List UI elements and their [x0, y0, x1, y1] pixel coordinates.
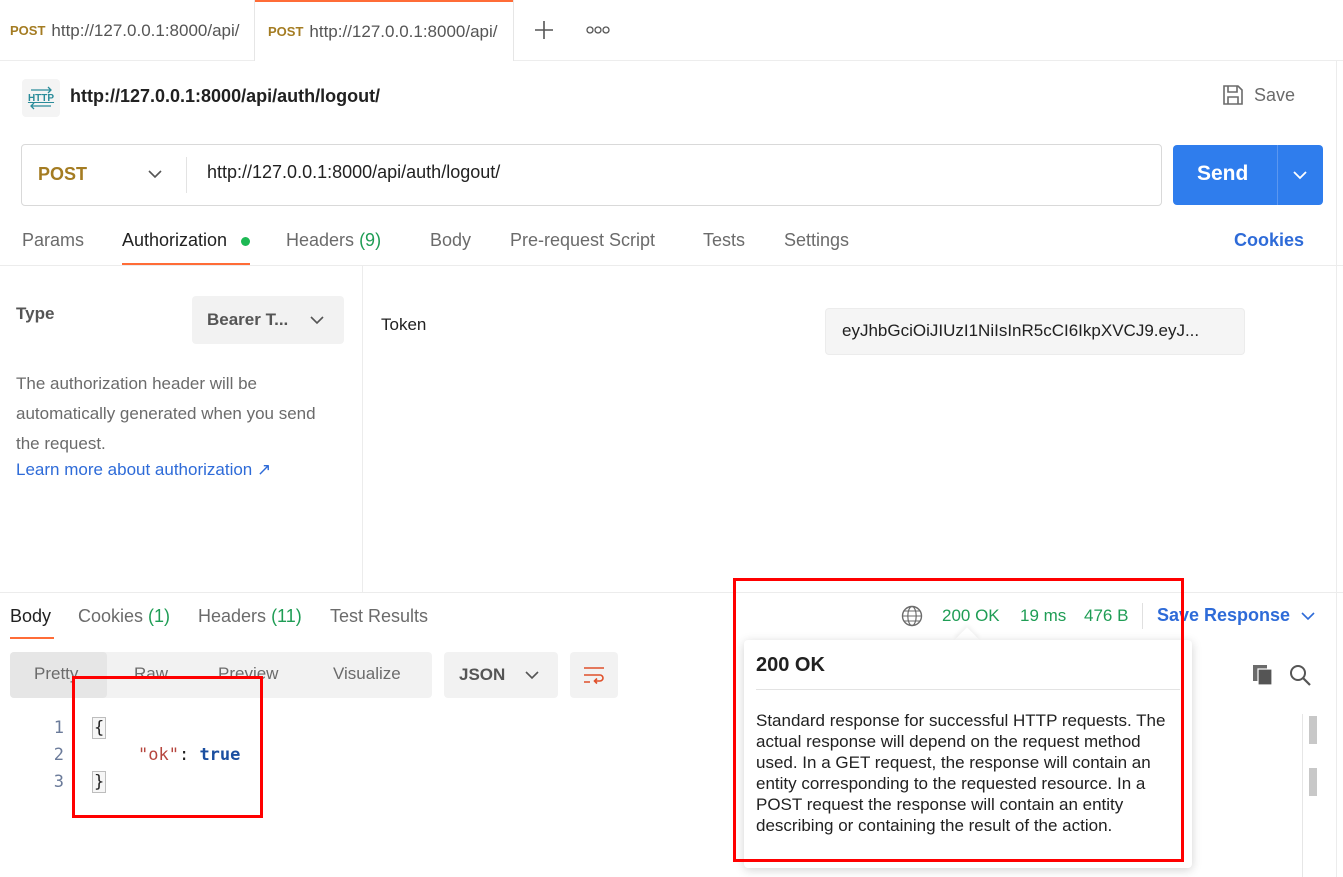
auth-description: The authorization header will be automat… [16, 374, 316, 453]
scrollbar-track [1302, 714, 1303, 877]
response-tab-cookies-count: (1) [148, 606, 171, 626]
save-label: Save [1254, 84, 1296, 105]
token-value: eyJhbGciOiJIUzI1NiIsInR5cCI6IkpXVCJ9.eyJ… [842, 321, 1200, 340]
token-label: Token [381, 315, 427, 334]
tab-pre-request-script[interactable]: Pre-request Script [510, 230, 655, 251]
url-input[interactable]: http://127.0.0.1:8000/api/auth/logout/ [207, 162, 500, 183]
tab-tests[interactable]: Tests [703, 230, 745, 251]
new-tab-icon[interactable] [534, 20, 554, 40]
tab-method: POST [10, 23, 46, 38]
url-divider [186, 157, 187, 193]
panel-edge [1336, 61, 1337, 877]
tab-headers[interactable]: Headers (9) [286, 230, 381, 251]
tab-body[interactable]: Body [430, 230, 471, 251]
tab-url: http://127.0.0.1:8000/api/ [309, 21, 498, 41]
tab-settings[interactable]: Settings [784, 230, 849, 251]
wrap-lines-button[interactable] [570, 652, 618, 698]
auth-type-label: Type [16, 304, 55, 323]
auth-type-select[interactable]: Bearer T... [192, 296, 344, 344]
line-number: 3 [53, 772, 64, 792]
send-button[interactable]: Send [1173, 145, 1323, 205]
response-tab-cookies-label: Cookies [78, 606, 144, 626]
panel-divider [362, 266, 363, 592]
tab-bar: POST http://127.0.0.1:8000/api/ POST htt… [0, 0, 1343, 61]
token-input[interactable]: eyJhbGciOiJIUzI1NiIsInR5cCI6IkpXVCJ9.eyJ… [825, 308, 1245, 355]
chevron-down-icon[interactable] [1291, 166, 1309, 184]
save-icon [1223, 85, 1243, 105]
url-bar [21, 144, 1162, 206]
format-select[interactable]: JSON [444, 652, 558, 698]
request-tab[interactable]: POST http://127.0.0.1:8000/api/ [0, 0, 254, 61]
response-tab-headers[interactable]: Headers (11) [198, 606, 302, 627]
line-number: 1 [53, 718, 64, 738]
response-tab-cookies[interactable]: Cookies (1) [78, 606, 170, 627]
learn-more-link[interactable]: Learn more about authorization ↗ [16, 460, 271, 480]
highlight-box-status [733, 578, 1184, 862]
search-icon[interactable] [1288, 663, 1312, 687]
request-tab-active[interactable]: POST http://127.0.0.1:8000/api/ [255, 0, 513, 61]
highlight-box-response-body [72, 676, 263, 818]
format-label: JSON [459, 665, 506, 684]
request-title[interactable]: http://127.0.0.1:8000/api/auth/logout/ [70, 86, 380, 107]
tab-headers-label: Headers [286, 230, 355, 250]
more-options-icon[interactable] [586, 25, 610, 35]
response-tab-body[interactable]: Body [10, 606, 51, 627]
response-tab-headers-label: Headers [198, 606, 267, 626]
tab-authorization[interactable]: Authorization [122, 230, 227, 251]
tab-params[interactable]: Params [22, 230, 84, 251]
send-divider [1277, 145, 1278, 205]
cookies-link[interactable]: Cookies [1234, 230, 1304, 251]
wrap-lines-icon [584, 667, 604, 685]
tab-headers-count: (9) [359, 230, 382, 250]
chevron-down-icon[interactable] [1299, 607, 1317, 625]
save-button[interactable]: Save [1222, 84, 1295, 106]
active-tab-indicator [10, 637, 54, 639]
http-icon: HTTP [22, 79, 60, 117]
status-dot [241, 237, 250, 246]
chevron-down-icon[interactable] [146, 165, 164, 183]
send-label: Send [1197, 162, 1249, 185]
method-select[interactable]: POST [38, 164, 87, 185]
auth-type-value: Bearer T... [207, 310, 289, 329]
chevron-down-icon [310, 316, 324, 325]
tab-divider [513, 0, 514, 61]
scrollbar-thumb[interactable] [1309, 768, 1317, 796]
tab-method: POST [268, 24, 304, 39]
line-number: 2 [53, 745, 64, 765]
view-visualize[interactable]: Visualize [333, 664, 401, 684]
scrollbar-thumb[interactable] [1309, 716, 1317, 744]
divider [0, 265, 1343, 266]
chevron-down-icon [525, 671, 539, 680]
http-icon-text: HTTP [28, 93, 54, 104]
tab-url: http://127.0.0.1:8000/api/ [51, 20, 240, 40]
response-tab-test-results[interactable]: Test Results [330, 606, 428, 627]
response-tab-headers-count: (11) [271, 606, 302, 626]
copy-icon[interactable] [1251, 663, 1275, 687]
